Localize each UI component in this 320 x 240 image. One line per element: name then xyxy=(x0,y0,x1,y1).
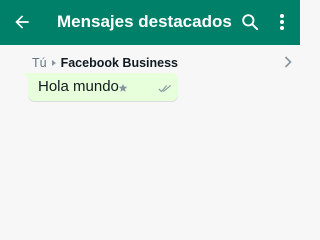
message-text: Hola mundo xyxy=(38,78,119,95)
arrow-right-icon xyxy=(51,60,56,67)
starred-messages-list: Tú Facebook Business Hola mundo xyxy=(0,45,300,214)
more-vertical-icon[interactable] xyxy=(278,12,286,32)
chat-name: Facebook Business xyxy=(60,56,178,70)
message-header[interactable]: Tú Facebook Business xyxy=(32,55,178,71)
page-title: Mensajes destacados xyxy=(57,12,232,31)
message-bubble[interactable]: Hola mundo xyxy=(22,73,178,101)
star-icon xyxy=(118,83,128,92)
bubble-tail xyxy=(22,73,34,83)
search-icon[interactable] xyxy=(240,12,260,32)
chevron-right-icon[interactable] xyxy=(284,56,292,68)
sender-name: Tú xyxy=(32,56,47,70)
arrow-back-icon[interactable] xyxy=(12,12,32,32)
app-bar: Mensajes destacados xyxy=(0,0,300,45)
double-check-icon xyxy=(158,84,172,93)
